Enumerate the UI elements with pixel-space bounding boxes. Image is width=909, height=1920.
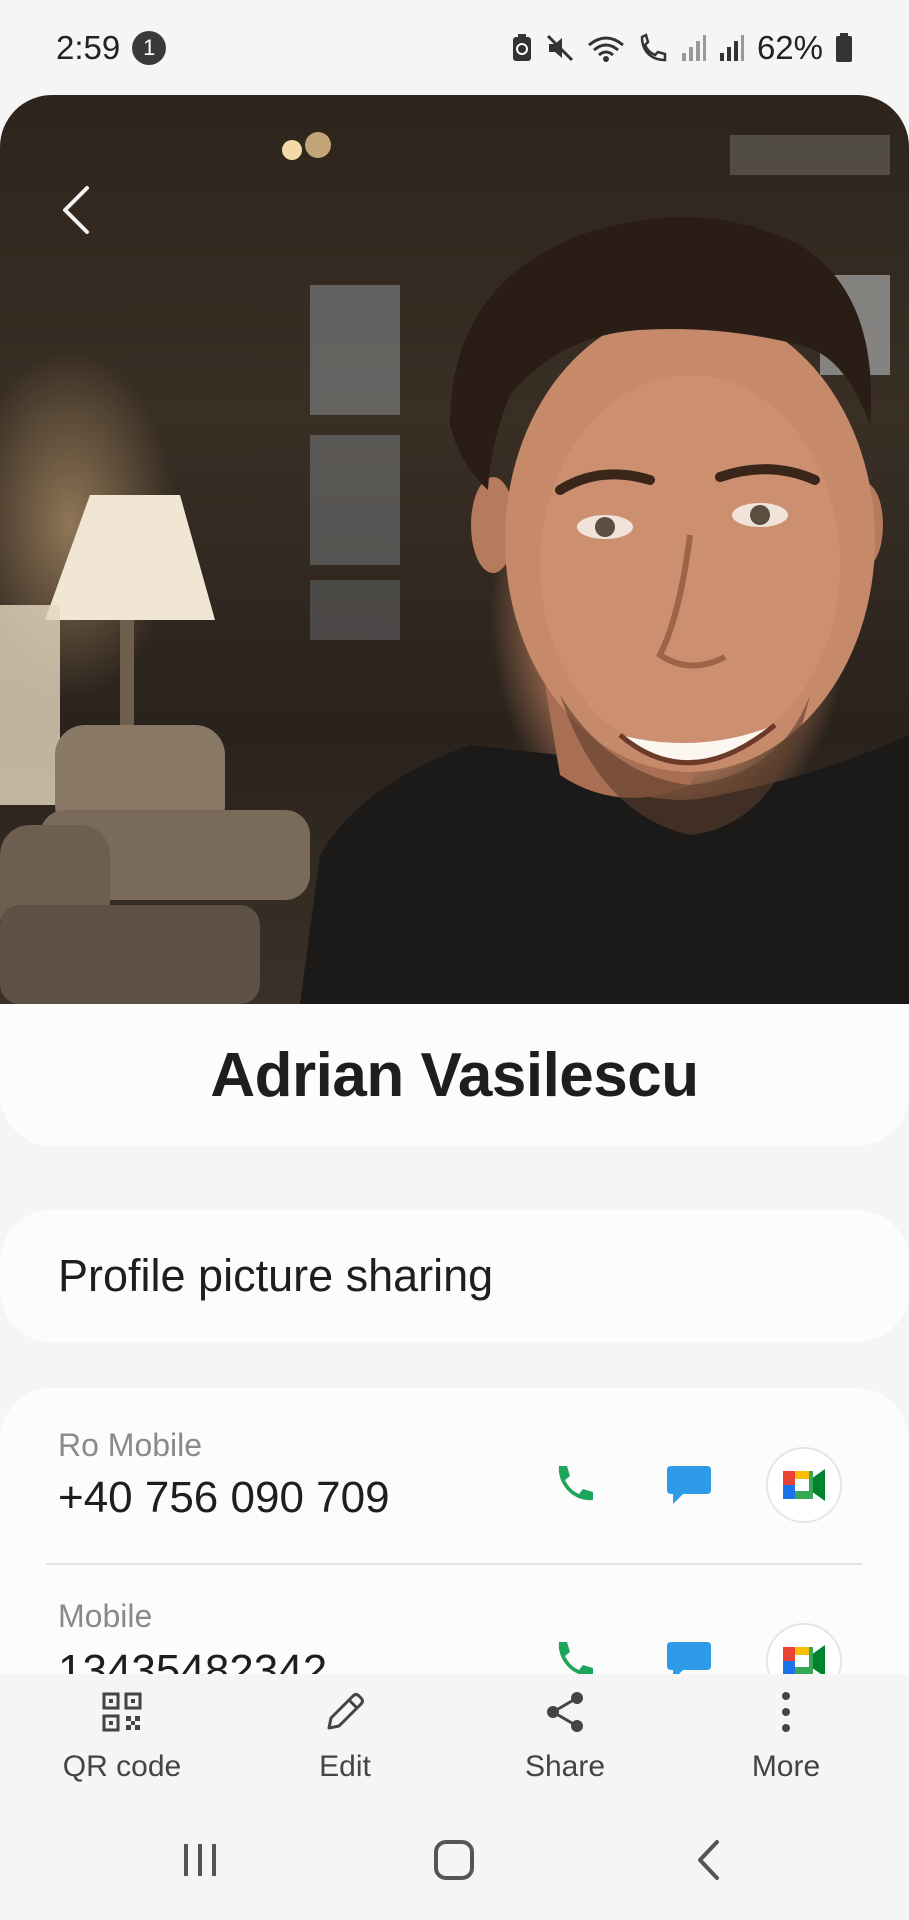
contact-name: Adrian Vasilescu [210,1040,699,1110]
bottom-action-bar: QR code Edit Share More [0,1674,909,1790]
more-vertical-icon [780,1682,792,1742]
contact-photo[interactable] [0,95,909,1004]
video-call-button[interactable] [766,1623,842,1674]
google-meet-icon [783,1645,825,1674]
mute-icon [546,34,573,61]
home-button[interactable] [404,1820,504,1900]
qr-code-button[interactable]: QR code [32,1674,212,1790]
status-bar: 2:59 1 62% [0,0,909,95]
phone-number: 13435482342 [58,1646,328,1674]
video-call-button[interactable] [766,1447,842,1523]
home-icon [434,1840,474,1880]
signal-2-icon [719,34,744,61]
more-button[interactable]: More [696,1674,876,1790]
system-navigation-bar [0,1800,909,1920]
wifi-calling-icon [640,32,667,61]
edit-label: Edit [319,1750,371,1783]
profile-picture-sharing-label: Profile picture sharing [58,1250,494,1301]
battery-percent: 62% [756,28,823,66]
phone-icon [558,1642,593,1674]
wifi-icon [587,36,624,62]
qr-code-icon [102,1682,142,1742]
share-button[interactable]: Share [475,1674,655,1790]
back-arrow-icon [698,1840,719,1880]
status-left: 2:59 1 [56,28,167,67]
qr-code-label: QR code [62,1750,182,1783]
battery-saver-icon [512,33,531,61]
share-icon [544,1682,586,1742]
status-icons: 62% [511,29,853,67]
call-button[interactable] [541,1628,607,1674]
phone-type-label: Mobile [58,1598,153,1634]
share-label: Share [524,1750,606,1783]
phone-row[interactable]: Mobile 13435482342 [0,1564,909,1674]
recent-apps-button[interactable] [150,1820,250,1900]
message-icon [667,1642,711,1674]
more-label: More [751,1750,821,1783]
chevron-left-icon [63,186,89,234]
edit-button[interactable]: Edit [255,1674,435,1790]
message-icon [667,1466,711,1504]
battery-icon [836,32,852,62]
contact-photo-art [0,132,909,1004]
phone-number: +40 756 090 709 [58,1473,390,1522]
google-meet-icon [783,1469,825,1501]
back-button[interactable] [50,180,100,240]
status-time: 2:59 [56,28,121,66]
name-card: Adrian Vasilescu [0,1004,909,1146]
signal-1-icon [681,34,706,61]
message-button[interactable] [656,1452,722,1518]
phone-numbers-card: Ro Mobile +40 756 090 709 Mobile 1343548… [0,1388,909,1674]
phone-icon [558,1466,593,1501]
notification-count-badge: 1 [132,30,167,65]
recent-apps-icon [184,1844,216,1876]
pencil-icon [323,1682,367,1742]
call-button[interactable] [541,1452,607,1518]
message-button[interactable] [656,1628,722,1674]
phone-row[interactable]: Ro Mobile +40 756 090 709 [0,1388,909,1563]
profile-picture-sharing-button[interactable]: Profile picture sharing [0,1210,909,1342]
phone-type-label: Ro Mobile [58,1427,203,1463]
system-back-button[interactable] [658,1820,758,1900]
